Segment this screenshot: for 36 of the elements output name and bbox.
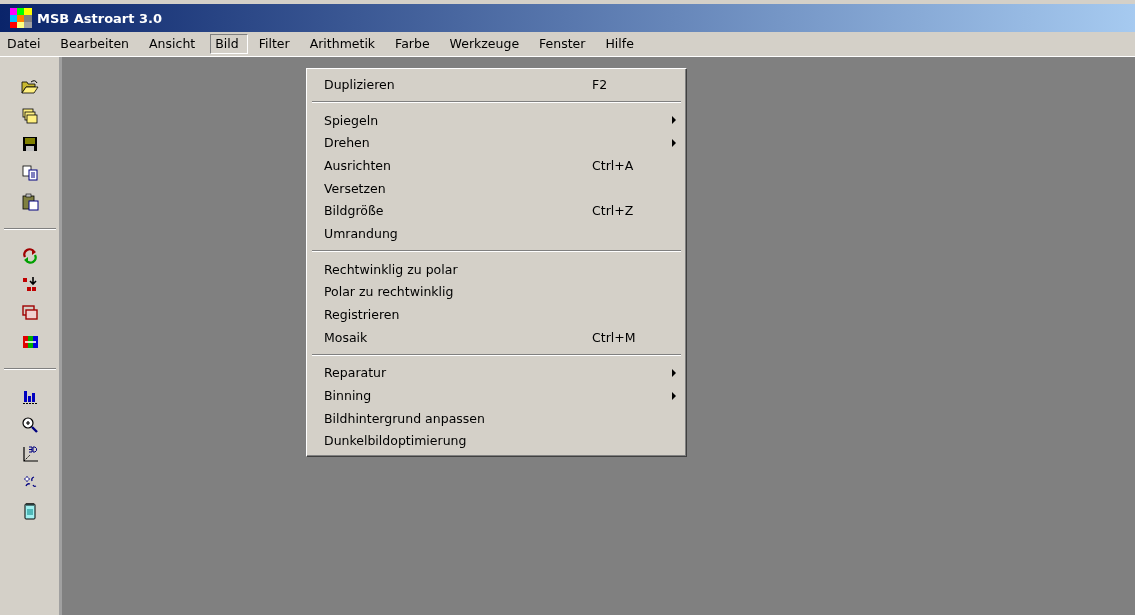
menu-item[interactable]: Binning xyxy=(310,384,683,407)
menu-bar-item[interactable]: Filter xyxy=(253,34,299,54)
copy-icon[interactable] xyxy=(20,164,39,183)
window-title: MSB Astroart 3.0 xyxy=(37,10,163,26)
axes-3d-icon[interactable] xyxy=(20,444,39,463)
menu-item[interactable]: Drehen xyxy=(310,131,683,155)
menu-item[interactable]: Versetzen xyxy=(310,176,683,200)
menu-item[interactable]: Spiegeln xyxy=(310,108,683,132)
menu-item[interactable]: Bildgröße Ctrl+Z xyxy=(310,199,683,223)
menu-item[interactable]: Bildhintergrund anpassen xyxy=(310,406,683,430)
menu-bar-item[interactable]: Fenster xyxy=(534,34,595,54)
menu-bar-item[interactable]: Werkzeuge xyxy=(444,34,529,54)
menu-item[interactable]: Duplizieren F2 xyxy=(310,73,683,96)
menu-item[interactable]: Umrandung xyxy=(310,222,683,245)
menu-item[interactable]: Polar zu rechtwinklig xyxy=(310,280,683,304)
menu-bar-item[interactable]: Datei xyxy=(2,34,50,54)
menu-bar-item[interactable]: Farbe xyxy=(390,34,439,54)
clipboard-icon[interactable] xyxy=(20,192,39,211)
folder-open-icon[interactable] xyxy=(20,78,39,97)
menu-item[interactable]: Dunkelbildoptimierung xyxy=(310,429,683,453)
menu-bar-item[interactable]: Hilfe xyxy=(600,34,643,54)
menu-item[interactable]: Reparatur xyxy=(310,361,683,385)
windows-icon[interactable] xyxy=(20,304,39,323)
menu-bar-item[interactable]: Bearbeiten xyxy=(55,34,139,54)
menu-item[interactable]: Mosaik Ctrl+M xyxy=(310,325,683,349)
menu-item[interactable]: Rechtwinklig zu polar xyxy=(310,257,683,281)
menu-item[interactable]: Registrieren xyxy=(310,303,683,326)
folders-icon[interactable] xyxy=(20,106,39,125)
refresh-icon[interactable] xyxy=(20,247,39,266)
zoom-icon[interactable] xyxy=(20,416,39,435)
menu-bar-item[interactable]: Arithmetik xyxy=(304,34,385,54)
blocks-arrow-icon[interactable] xyxy=(20,275,39,294)
menu-bar-item[interactable]: Ansicht xyxy=(144,34,205,54)
menu-item[interactable]: Ausrichten Ctrl+A xyxy=(310,154,683,177)
menu-bar-item[interactable]: Bild xyxy=(210,34,248,54)
app-icon xyxy=(10,8,32,28)
